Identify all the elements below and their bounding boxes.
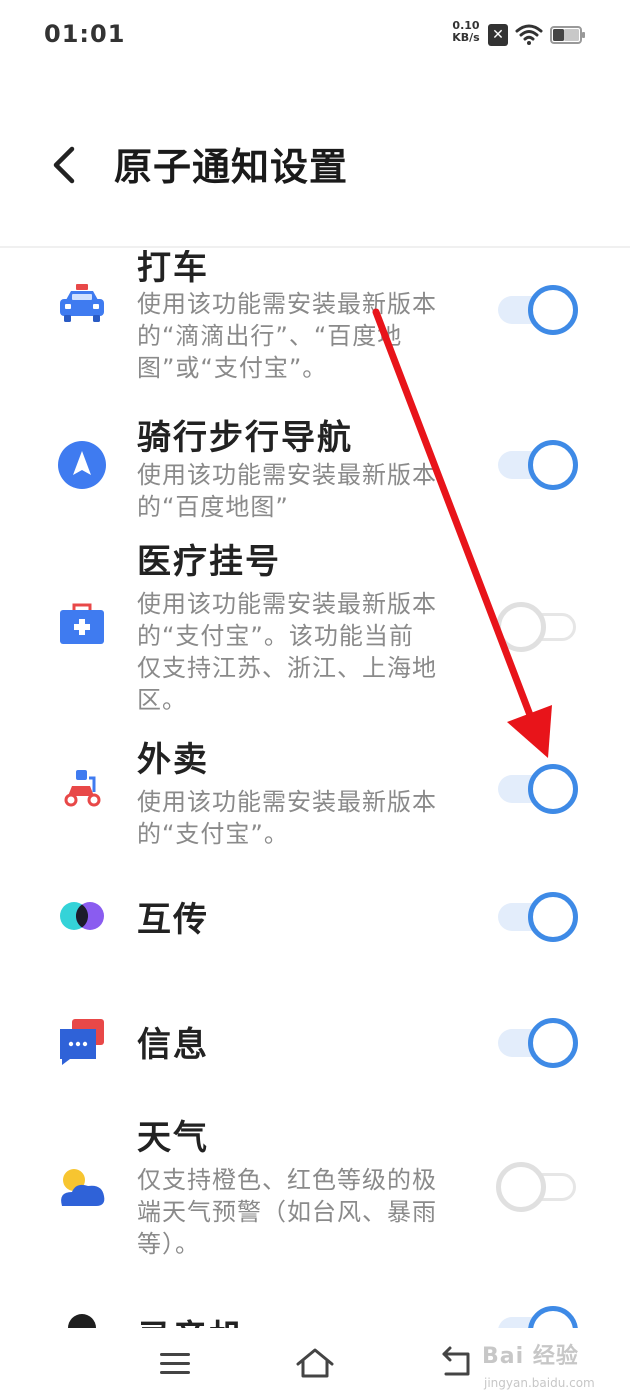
setting-row-navigation[interactable]: 骑行步行导航 使用该功能需安装最新版本的“百度地图” xyxy=(0,405,630,530)
setting-row-recorder[interactable]: 录音机 xyxy=(0,1306,630,1328)
setting-title: 互传 xyxy=(137,900,209,940)
setting-title: 打车 xyxy=(137,250,209,288)
setting-row-share[interactable]: 互传 xyxy=(0,860,630,975)
setting-title: 天气 xyxy=(137,1118,209,1158)
weather-icon xyxy=(61,1169,105,1206)
setting-description: 使用该功能需安装最新版本的“支付宝”。 xyxy=(137,788,437,848)
delivery-scooter-icon xyxy=(64,770,101,807)
setting-toggle[interactable] xyxy=(496,892,582,942)
home-icon[interactable] xyxy=(290,1342,340,1386)
medical-kit-icon xyxy=(60,603,104,644)
chevron-left-icon[interactable] xyxy=(44,140,84,190)
navigation-arrow-icon xyxy=(58,441,106,489)
setting-toggle[interactable] xyxy=(496,1018,582,1068)
setting-title: 医疗挂号 xyxy=(137,542,281,582)
network-speed: 0.10 KB/s xyxy=(448,20,484,44)
recorder-icon xyxy=(68,1314,96,1328)
setting-title: 外卖 xyxy=(137,740,209,780)
setting-description: 仅支持橙色、红色等级的极端天气预警（如台风、暴雨等）。 xyxy=(137,1166,437,1258)
setting-title: 录音机 xyxy=(137,1310,245,1328)
settings-list[interactable]: 打车 使用该功能需安装最新版本的“滴滴出行”、“百度地图”或“支付宝”。 骑行步… xyxy=(0,250,630,1328)
watermark-main: Bai 经验 xyxy=(482,1344,579,1369)
wifi-icon xyxy=(515,24,543,45)
setting-row-takeout[interactable]: 外卖 使用该功能需安装最新版本的“支付宝”。 xyxy=(0,732,630,852)
setting-toggle[interactable] xyxy=(496,1306,582,1328)
setting-row-messages[interactable]: 信息 xyxy=(0,985,630,1100)
setting-toggle[interactable] xyxy=(496,285,582,335)
setting-title: 骑行步行导航 xyxy=(137,418,353,458)
sim-error-icon: ✕ xyxy=(488,24,508,46)
watermark-sub: jingyan.baidu.com xyxy=(484,1376,595,1390)
message-icon xyxy=(60,1019,104,1065)
setting-row-medical[interactable]: 医疗挂号 使用该功能需安装最新版本的“支付宝”。该功能当前仅支持江苏、浙江、上海… xyxy=(0,534,630,724)
back-icon[interactable] xyxy=(432,1342,482,1386)
setting-toggle[interactable] xyxy=(496,1162,582,1212)
page-title: 原子通知设置 xyxy=(114,145,349,189)
menu-icon[interactable] xyxy=(150,1342,200,1386)
baidu-jingyan-watermark: Bai 经验 jingyan.baidu.com xyxy=(478,1332,624,1398)
status-time: 01:01 xyxy=(44,20,126,48)
setting-description: 使用该功能需安装最新版本的“百度地图” xyxy=(137,461,437,521)
setting-row-taxi[interactable]: 打车 使用该功能需安装最新版本的“滴滴出行”、“百度地图”或“支付宝”。 xyxy=(0,250,630,390)
setting-description: 使用该功能需安装最新版本的“滴滴出行”、“百度地图”或“支付宝”。 xyxy=(137,290,437,382)
battery-icon xyxy=(550,26,585,44)
status-bar: 01:01 0.10 KB/s ✕ xyxy=(0,0,630,70)
setting-description: 使用该功能需安装最新版本的“支付宝”。该功能当前仅支持江苏、浙江、上海地区。 xyxy=(137,590,437,714)
setting-toggle[interactable] xyxy=(496,440,582,490)
setting-row-weather[interactable]: 天气 仅支持橙色、红色等级的极端天气预警（如台风、暴雨等）。 xyxy=(0,1110,630,1270)
setting-title: 信息 xyxy=(137,1025,209,1065)
page-header: 原子通知设置 xyxy=(0,70,630,248)
taxi-icon xyxy=(60,284,104,322)
setting-toggle[interactable] xyxy=(496,602,582,652)
setting-toggle[interactable] xyxy=(496,764,582,814)
network-speed-unit: KB/s xyxy=(452,31,480,44)
share-transfer-icon xyxy=(60,902,104,930)
